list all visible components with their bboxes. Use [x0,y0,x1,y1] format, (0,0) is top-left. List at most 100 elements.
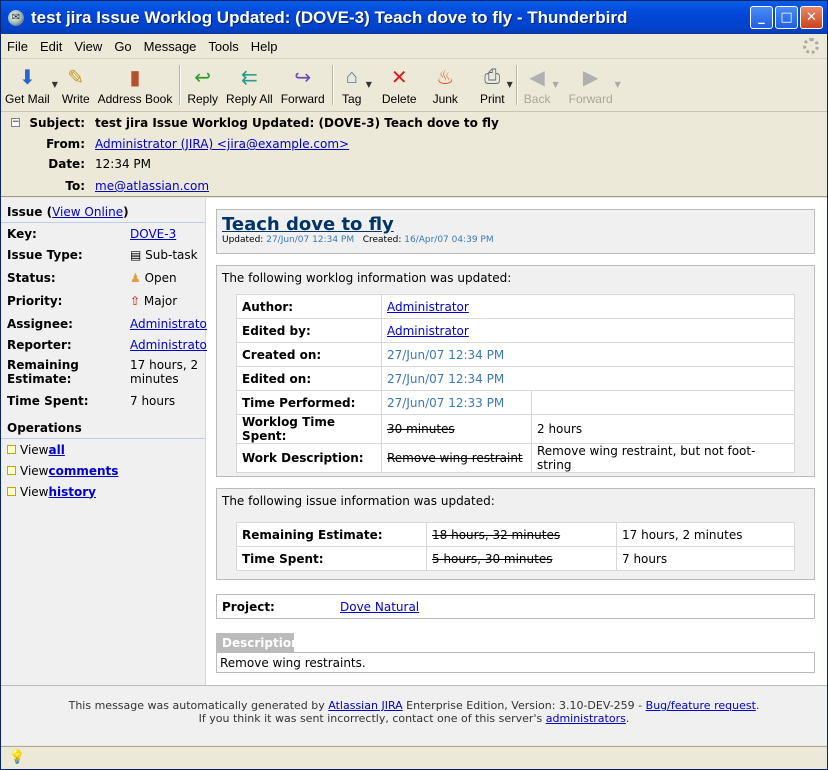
print-button[interactable]: ⎙ Print [476,61,509,111]
forward-nav-button[interactable]: ▶ Forward [565,61,617,111]
project-label: Project: [222,600,275,614]
menu-tools[interactable]: Tools [202,39,244,54]
table-row: Remaining Estimate: 18 hours, 32 minutes… [236,522,795,547]
close-button[interactable]: ✕ [800,6,823,29]
view-history-link[interactable]: history [48,485,96,499]
atlassian-jira-link[interactable]: Atlassian JIRA [328,699,402,712]
tag-button[interactable]: ⌂ Tag [336,61,368,111]
address-book-button[interactable]: ▮ Address Book [94,61,177,111]
project-link[interactable]: Dove Natural [340,600,419,614]
subject-label: Subject: [29,116,85,130]
footer-text: . [755,699,760,712]
time-spent-label: Worklog Time Spent: [236,414,382,444]
type-value: Sub-task [145,248,198,262]
worklog-table: Author: Administrator Edited by: Adminis… [236,294,795,473]
date-value: 12:34 PM [95,157,151,171]
reply-all-label: Reply All [226,92,273,106]
work-desc-label: Work Description: [236,443,382,473]
toolbar-separator [179,65,181,105]
issue-update-panel: The following issue information was upda… [216,488,815,580]
jira-footer: This message was automatically generated… [1,685,827,745]
title-bar[interactable]: ✉ test jira Issue Worklog Updated: (DOVE… [1,1,827,34]
menu-help[interactable]: Help [245,39,284,54]
worklog-heading: The following worklog information was up… [217,266,814,290]
from-row: From: Administrator (JIRA) <jira@example… [1,135,349,153]
table-row: Time Performed: 27/Jun/07 12:33 PM [236,390,795,415]
menu-view[interactable]: View [68,39,108,54]
issue-update-heading: The following issue information was upda… [217,489,814,513]
issue-title-link[interactable]: Teach dove to fly [222,214,394,235]
view-all-link[interactable]: all [48,443,64,457]
junk-button[interactable]: ♨ Junk [429,61,462,111]
reporter-row: Reporter: Administrator [1,335,212,356]
status-label: Status: [7,271,56,285]
time-spent-new: 2 hours [531,414,795,444]
reply-all-button[interactable]: ⇇ Reply All [222,61,277,111]
delete-button[interactable]: ✕ Delete [378,61,421,111]
remaining-value: 17 hours, 2 minutes [130,358,199,386]
footer-text: Enterprise Edition, Version: 3.10-DEV-25… [402,699,646,712]
remaining-row: Remaining Estimate: 17 hours, 2 minutes [1,356,205,392]
write-label: Write [61,92,90,106]
updated-label: Updated: [222,235,264,245]
junk-label: Junk [432,92,458,106]
write-button[interactable]: ✎ Write [58,61,94,111]
issue-sidebar: Issue (View Online) Key: DOVE-3 Issue Ty… [1,198,212,685]
menu-go[interactable]: Go [108,39,137,54]
back-button[interactable]: ◀ Back [520,61,555,111]
table-row: Edited by: Administrator [236,318,795,343]
project-panel: Project: Dove Natural [216,594,815,619]
type-label: Issue Type: [7,248,83,262]
issue-content: Teach dove to fly Updated: 27/Jun/07 12:… [207,198,827,685]
minimize-button[interactable]: _ [750,6,773,29]
forward-mail-icon: ↪ [294,66,312,89]
reporter-link[interactable]: Administrator [130,338,212,352]
assignee-link[interactable]: Administrator [130,317,212,331]
key-label: Key: [7,227,37,241]
author-label: Author: [236,294,382,319]
forward-nav-label: Forward [568,92,613,106]
to-row: To: me@atlassian.com [1,177,209,195]
view-comments-link[interactable]: comments [48,464,118,478]
status-row: Status: ♟ Open [1,267,205,290]
priority-value: Major [143,294,178,308]
key-row: Key: DOVE-3 [1,223,205,245]
table-row: Created on: 27/Jun/07 12:34 PM [236,342,795,367]
issue-key-link[interactable]: DOVE-3 [130,227,176,241]
operations-list: View all View comments View history [1,439,205,502]
edited-on-value: 27/Jun/07 12:34 PM [381,366,795,391]
bug-feature-request-link[interactable]: Bug/feature request [646,699,756,712]
op-view-comments: View comments [7,460,199,481]
footer-line-2: If you think it was sent incorrectly, co… [1,712,827,725]
forward-arrow-icon: ▶ [582,66,599,89]
maximize-button[interactable]: □ [775,6,798,29]
administrators-link[interactable]: administrators [546,712,626,725]
menu-file[interactable]: File [1,39,34,54]
view-online-link[interactable]: View Online [52,205,123,219]
priority-label: Priority: [7,294,63,308]
author-link[interactable]: Administrator [387,300,469,314]
reply-button[interactable]: ↩ Reply [183,61,222,111]
to-link[interactable]: me@atlassian.com [95,179,209,193]
footer-text: If you think it was sent incorrectly, co… [198,712,546,725]
assignee-row: Assignee: Administrator [1,313,212,335]
delete-label: Delete [381,92,417,106]
description-tab: Description [216,633,300,652]
window-title: test jira Issue Worklog Updated: (DOVE-3… [31,7,628,27]
table-row: Worklog Time Spent: 30 minutes 2 hours [236,414,795,444]
forward-button[interactable]: ↪ Forward [277,61,329,111]
assignee-label: Assignee: [7,317,73,331]
time-spent-old: 30 minutes [381,414,532,444]
spent-value: 7 hours [130,394,176,408]
created-on-label: Created on: [236,342,382,367]
from-link[interactable]: Administrator (JIRA) <jira@example.com> [95,137,349,151]
worklog-panel: The following worklog information was up… [216,265,815,477]
get-mail-icon: ⬇ [18,66,36,89]
edited-on-label: Edited on: [236,366,382,391]
description-text: Remove wing restraints. [216,652,815,673]
junk-flame-icon: ♨ [436,66,455,89]
get-mail-button[interactable]: ⬇ Get Mail [1,61,54,111]
menu-message[interactable]: Message [138,39,203,54]
menu-edit[interactable]: Edit [34,39,68,54]
edited-by-link[interactable]: Administrator [387,324,469,338]
